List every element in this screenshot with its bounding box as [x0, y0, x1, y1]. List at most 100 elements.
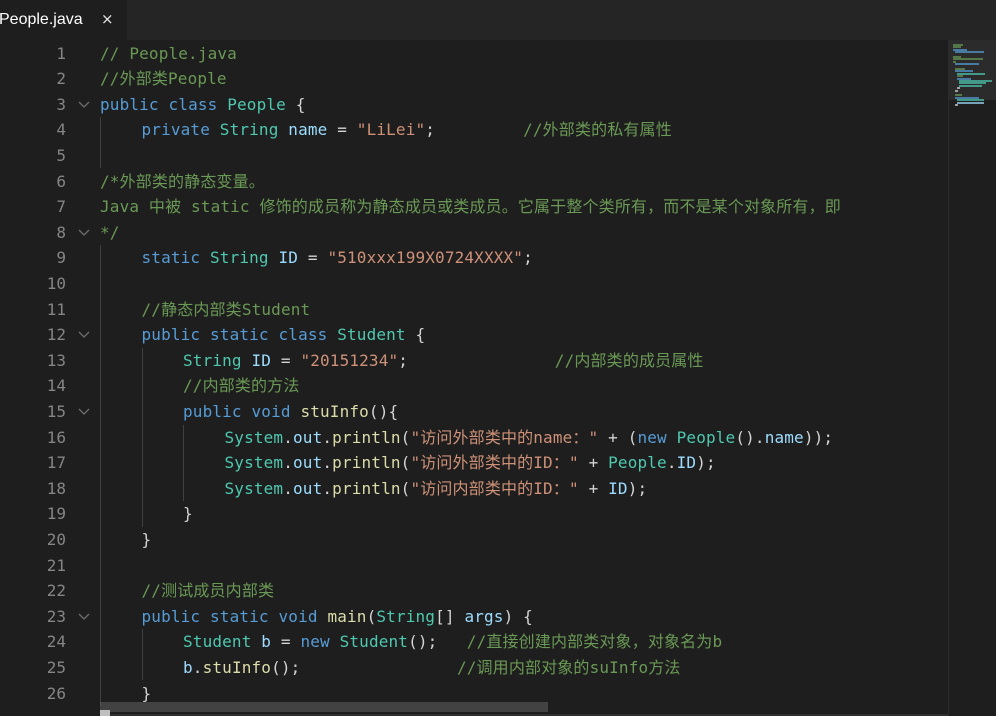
code-token: (	[366, 606, 377, 626]
code-token: "510xxx199X0724XXXX"	[327, 248, 524, 268]
code-token: );	[627, 478, 648, 498]
line-number: 18	[46, 478, 66, 498]
code-token: .	[283, 453, 293, 473]
code-token: void	[251, 401, 291, 421]
fold-chevron-icon[interactable]	[76, 96, 92, 112]
code-token: public	[183, 401, 242, 421]
code-token: {	[405, 325, 426, 345]
close-icon[interactable]: ×	[101, 10, 114, 28]
code-token: );	[696, 453, 716, 473]
line-number: 10	[46, 273, 66, 293]
code-token: //测试成员内部类	[141, 581, 275, 601]
code-text: //静态内部类Student	[142, 297, 311, 323]
code-line: 5	[0, 143, 948, 169]
code-token: .	[666, 453, 677, 473]
horizontal-scrollbar[interactable]	[100, 702, 548, 712]
code-token: out	[293, 478, 323, 498]
minimap-line	[959, 84, 982, 87]
scroll-thumb-marker	[100, 710, 110, 716]
code-token: out	[293, 453, 323, 473]
code-text: //外部类People	[100, 66, 227, 92]
code-token: main	[327, 606, 367, 626]
code-line: 18 System.out.println("访问内部类中的ID：" + ID);	[0, 476, 948, 502]
code-line: 13 String ID = "20151234"; //内部类的成员属性	[0, 348, 948, 374]
code-line: 21	[0, 553, 948, 579]
code-token: name	[288, 120, 328, 140]
minimap-line	[953, 58, 984, 61]
line-number: 4	[56, 120, 66, 140]
code-token: }	[141, 683, 152, 703]
code-text: System.out.println("访问外部类中的name：" + (new…	[225, 425, 834, 451]
code-token: public	[100, 94, 159, 114]
code-token: b	[183, 657, 193, 677]
line-number: 6	[56, 171, 66, 191]
code-token: String	[376, 606, 436, 626]
code-token: ) {	[503, 606, 533, 626]
code-token: {	[285, 94, 306, 114]
code-token: name	[764, 427, 804, 447]
line-number: 14	[46, 376, 66, 396]
tab-bar: People.java ×	[0, 0, 996, 40]
code-text: System.out.println("访问内部类中的ID：" + ID);	[225, 476, 648, 502]
code-token: private	[141, 120, 210, 140]
code-line: 23 public static void main(String[] args)…	[0, 604, 948, 630]
code-token: stuInfo	[202, 657, 272, 677]
code-text: public static class Student {	[142, 322, 426, 348]
code-token: stuInfo	[300, 401, 369, 421]
code-token: ));	[803, 427, 834, 447]
code-token: ID	[251, 350, 272, 370]
fold-chevron-icon[interactable]	[76, 403, 92, 419]
line-number: 22	[46, 581, 66, 601]
fold-chevron-icon[interactable]	[76, 326, 92, 342]
line-number: 21	[46, 555, 66, 575]
code-text: Java 中被 static 修饰的成员称为静态成员或类成员。它属于整个类所有，…	[100, 194, 841, 220]
code-token: args	[464, 606, 504, 626]
fold-chevron-icon[interactable]	[76, 608, 92, 624]
code-text: /*外部类的静态变量。	[100, 169, 265, 195]
code-token: String	[210, 248, 269, 268]
code-token: //直接创建内部类对象，对象名为b	[466, 632, 723, 652]
line-number: 11	[46, 299, 66, 319]
code-editor[interactable]: 1 // People.java 2 //外部类People 3 public class…	[0, 40, 996, 716]
code-token: .	[322, 453, 333, 473]
code-line: 6 /*外部类的静态变量。	[0, 169, 948, 195]
code-line: 19}	[0, 501, 948, 527]
code-text: private String name = "LiLei"; //外部类的私有属…	[142, 117, 672, 143]
code-token: public	[141, 325, 201, 345]
code-line: 24 Student b = new Student(); //直接创建内部类对象…	[0, 629, 948, 655]
code-line: 3 public class People {	[0, 92, 948, 118]
code-token: .	[283, 427, 293, 447]
code-token: println	[332, 453, 401, 473]
code-token: (){	[368, 401, 399, 421]
code-line: 8 */	[0, 220, 948, 246]
code-token: String	[219, 120, 279, 140]
code-token: //内部类的方法	[183, 376, 300, 396]
line-number: 1	[56, 43, 66, 63]
line-number: 24	[46, 632, 66, 652]
code-text: static String ID = "510xxx199X0724XXXX";	[142, 245, 533, 271]
line-number: 5	[56, 145, 66, 165]
code-token: ;	[523, 248, 533, 268]
code-line: 10	[0, 271, 948, 297]
fold-chevron-icon[interactable]	[76, 224, 92, 240]
code-line: 22 //测试成员内部类	[0, 578, 948, 604]
minimap[interactable]	[948, 40, 996, 716]
code-token: "访问内部类中的ID："	[410, 478, 579, 498]
code-token: System	[224, 453, 284, 473]
editor-tab-people-java[interactable]: People.java ×	[0, 0, 127, 40]
code-line: 25 b.stuInfo(); //调用内部对象的suInfo方法	[0, 655, 948, 681]
code-token: "访问外部类中的name："	[410, 427, 599, 447]
line-number: 23	[46, 606, 66, 626]
code-token: []	[435, 606, 465, 626]
line-number: 9	[56, 248, 66, 268]
code-token: */	[100, 222, 120, 242]
minimap-line	[957, 101, 984, 104]
line-number: 26	[46, 683, 66, 703]
